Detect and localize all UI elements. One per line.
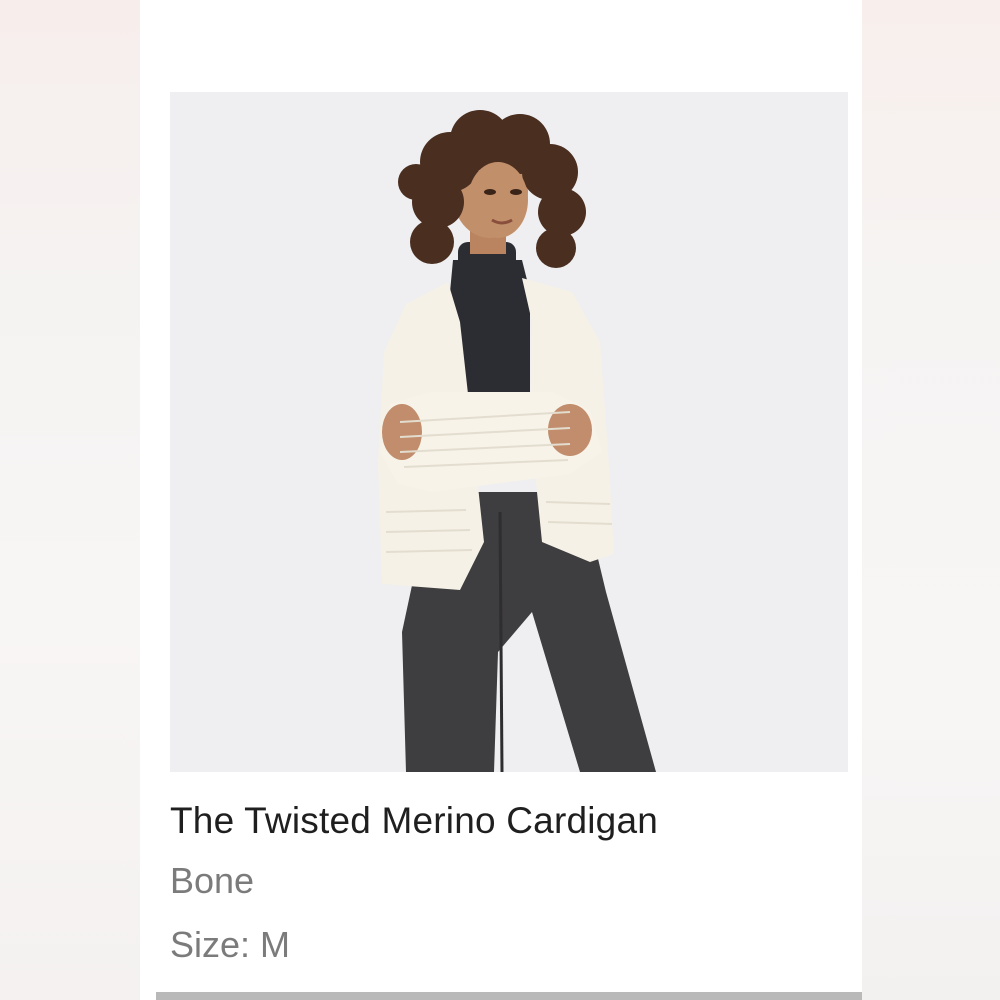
product-title[interactable]: The Twisted Merino Cardigan — [170, 800, 658, 842]
product-image[interactable] — [170, 92, 848, 772]
model-illustration — [378, 110, 656, 772]
right-blurred-margin — [862, 0, 1000, 1000]
product-color: Bone — [170, 860, 255, 901]
product-card[interactable]: The Twisted Merino Cardigan Bone Size: M — [140, 0, 862, 1000]
product-size: Size: M — [170, 924, 291, 965]
bottom-divider — [156, 992, 862, 1000]
left-blurred-margin — [0, 0, 140, 1000]
